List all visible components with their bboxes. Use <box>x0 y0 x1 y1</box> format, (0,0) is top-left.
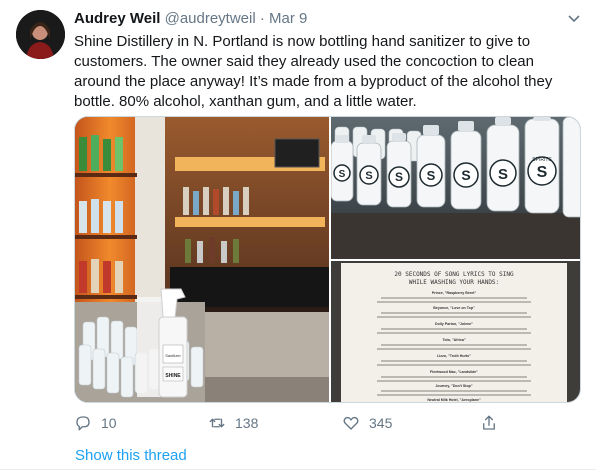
svg-text:S: S <box>498 166 508 183</box>
flyer-section-7: Journey, "Don't Stop" <box>435 384 472 388</box>
tweet-date[interactable]: Mar 9 <box>269 10 307 27</box>
flyer-section-4: Toto, "Africa" <box>442 338 465 342</box>
flyer-section-2: Beyonce, "Love on Top" <box>433 306 475 310</box>
svg-text:S: S <box>537 164 548 181</box>
svg-text:S: S <box>365 170 372 182</box>
flyer-section-5: Lizzo, "Truth Hurts" <box>437 354 471 358</box>
retweet-button[interactable]: 138 <box>208 414 258 432</box>
svg-text:S: S <box>427 168 436 183</box>
media-grid: Sanitizer SHINE S S S S S S S SPIRITS 20… <box>74 116 581 403</box>
retweet-icon <box>209 418 225 428</box>
chevron-down-icon[interactable] <box>566 10 582 26</box>
flyer-subtitle: WHILE WASHING YOUR HANDS: <box>409 279 499 286</box>
show-thread-link[interactable]: Show this thread <box>75 447 187 464</box>
like-button[interactable]: 345 <box>342 414 392 432</box>
tweet-text: Shine Distillery in N. Portland is now b… <box>74 33 553 110</box>
share-icon <box>483 415 495 430</box>
flyer-title: 20 SECONDS OF SONG LYRICS TO SING <box>394 271 514 278</box>
flyer-section-6: Fleetwood Mac, "Landslide" <box>430 370 478 374</box>
author-handle[interactable]: @audreytweil <box>165 10 256 27</box>
spray-label: Sanitizer <box>165 353 181 358</box>
flyer-section-3: Dolly Parton, "Jolene" <box>435 322 473 326</box>
avatar[interactable] <box>16 10 65 59</box>
separator: · <box>259 10 265 27</box>
flyer-section-8: Neutral Milk Hotel, "Aeroplane" <box>427 398 481 402</box>
author-name[interactable]: Audrey Weil <box>74 10 160 27</box>
reply-count: 10 <box>101 415 117 431</box>
reply-button[interactable]: 10 <box>74 414 117 432</box>
tweet-header: Audrey Weil @audreytweil · Mar 9 <box>74 9 307 29</box>
share-button[interactable] <box>480 414 498 432</box>
photo-lyrics-flyer[interactable]: 20 SECONDS OF SONG LYRICS TO SING WHILE … <box>331 261 580 402</box>
like-count: 345 <box>369 415 393 431</box>
flyer-section-1: Prince, "Raspberry Beret" <box>432 291 477 295</box>
photo-bar-bottles[interactable]: Sanitizer SHINE <box>75 117 329 402</box>
action-bar: 10 138 345 <box>74 414 504 434</box>
retweet-count: 138 <box>235 415 259 431</box>
svg-text:S: S <box>339 169 346 180</box>
heart-icon <box>343 416 359 430</box>
bottle-label: SHINE <box>165 373 181 379</box>
svg-text:S: S <box>461 167 470 183</box>
photo-bottle-rows[interactable]: S S S S S S S SPIRITS <box>331 117 580 259</box>
tweet[interactable]: Audrey Weil @audreytweil · Mar 9 Shine D… <box>0 0 596 470</box>
svg-text:S: S <box>395 170 403 184</box>
bottle-brand-label: SPIRITS <box>532 157 552 163</box>
reply-icon <box>76 416 90 431</box>
